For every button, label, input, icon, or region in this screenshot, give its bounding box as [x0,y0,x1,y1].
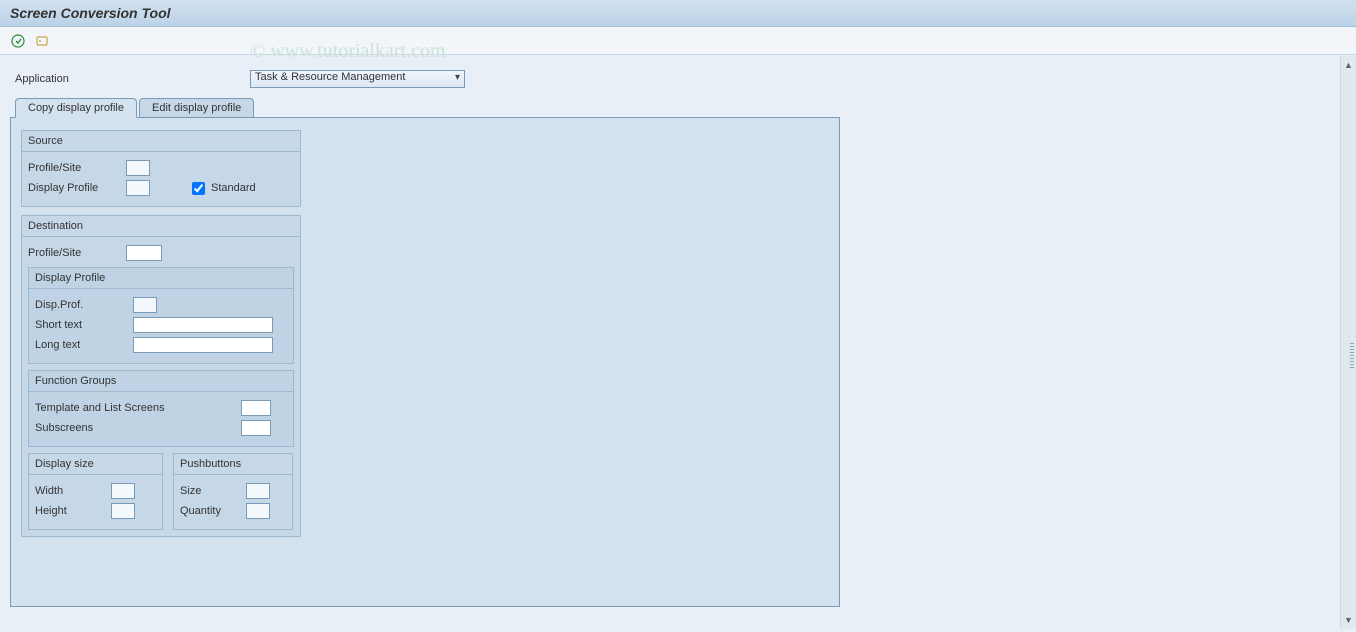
scroll-down-icon[interactable]: ▼ [1344,611,1353,629]
application-label: Application [15,73,240,85]
tool-icon[interactable] [34,33,50,49]
long-text-input[interactable] [133,337,273,353]
long-text-label: Long text [35,339,127,351]
group-function-groups-title: Function Groups [29,371,293,392]
dest-profile-site-input[interactable] [126,245,162,261]
disp-prof-input[interactable] [133,297,157,313]
main-area: Application Task & Resource Management C… [0,55,1356,632]
group-function-groups: Function Groups Template and List Screen… [28,370,294,447]
source-display-profile-label: Display Profile [28,182,120,194]
quantity-input[interactable] [246,503,270,519]
group-dest-display-profile-title: Display Profile [29,268,293,289]
height-input[interactable] [111,503,135,519]
group-display-size-title: Display size [29,454,162,475]
dest-profile-site-label: Profile/Site [28,247,120,259]
tabstrip: Copy display profile Edit display profil… [15,98,1346,118]
group-display-size: Display size Width Height [28,453,163,530]
height-label: Height [35,505,105,517]
page-title: Screen Conversion Tool [0,0,1356,27]
subscreens-input[interactable] [241,420,271,436]
source-standard-checkbox[interactable] [192,182,205,195]
size-input[interactable] [246,483,270,499]
group-dest-display-profile: Display Profile Disp.Prof. Short text Lo… [28,267,294,364]
scroll-grip-icon [1350,343,1354,369]
execute-icon[interactable] [10,33,26,49]
group-source-title: Source [22,131,300,152]
width-label: Width [35,485,105,497]
group-pushbuttons-title: Pushbuttons [174,454,292,475]
scroll-up-icon[interactable]: ▲ [1344,56,1353,74]
source-display-profile-input[interactable] [126,180,150,196]
toolbar [0,27,1356,55]
source-profile-site-input[interactable] [126,160,150,176]
tab-edit-display-profile[interactable]: Edit display profile [139,98,254,118]
disp-prof-label: Disp.Prof. [35,299,127,311]
size-label: Size [180,485,240,497]
short-text-input[interactable] [133,317,273,333]
application-row: Application Task & Resource Management [10,65,1346,98]
quantity-label: Quantity [180,505,240,517]
group-destination-title: Destination [22,216,300,237]
tab-body: Source Profile/Site Display Profile Stan… [10,117,840,607]
source-standard-label: Standard [211,182,256,194]
vertical-scrollbar[interactable]: ▲ ▼ [1340,56,1356,629]
group-source: Source Profile/Site Display Profile Stan… [21,130,301,207]
group-pushbuttons: Pushbuttons Size Quantity [173,453,293,530]
subscreens-label: Subscreens [35,422,235,434]
application-select-value: Task & Resource Management [255,71,405,83]
source-profile-site-label: Profile/Site [28,162,120,174]
width-input[interactable] [111,483,135,499]
template-list-label: Template and List Screens [35,402,235,414]
group-destination: Destination Profile/Site Display Profile… [21,215,301,537]
tab-copy-display-profile[interactable]: Copy display profile [15,98,137,118]
short-text-label: Short text [35,319,127,331]
template-list-input[interactable] [241,400,271,416]
application-select[interactable]: Task & Resource Management [250,70,465,88]
